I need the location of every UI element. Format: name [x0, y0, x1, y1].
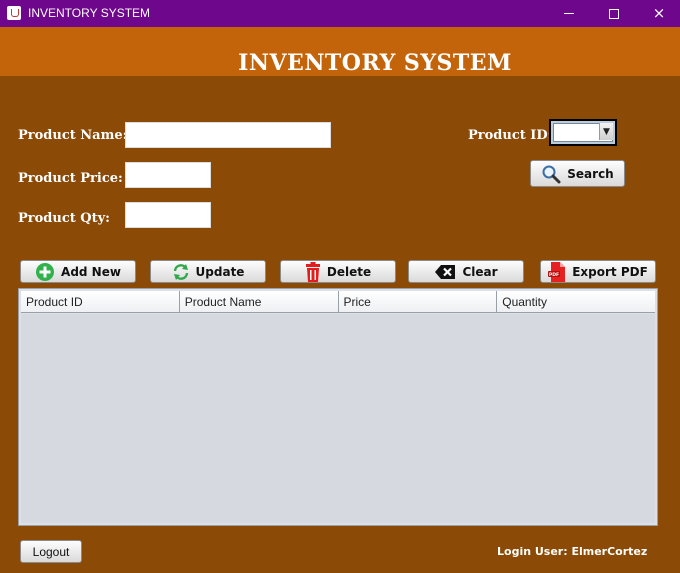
update-button-label: Update [195, 264, 245, 279]
product-id-combobox[interactable]: ▼ [549, 119, 617, 146]
export-pdf-button[interactable]: PDF Export PDF [540, 260, 656, 283]
maximize-button[interactable] [591, 0, 637, 27]
maximize-icon [609, 8, 619, 19]
update-button[interactable]: Update [150, 260, 266, 283]
close-icon: × [652, 4, 666, 22]
delete-button-label: Delete [326, 264, 372, 279]
column-header-price[interactable]: Price [339, 291, 498, 312]
window-titlebar[interactable]: INVENTORY SYSTEM × [0, 0, 680, 27]
refresh-icon [172, 263, 190, 281]
search-button[interactable]: Search [530, 160, 625, 187]
trash-icon [305, 261, 321, 282]
column-header-quantity[interactable]: Quantity [497, 291, 655, 312]
close-button[interactable]: × [636, 0, 680, 27]
header-banner: INVENTORY SYSTEM [0, 27, 680, 76]
clear-button-label: Clear [462, 264, 498, 279]
product-name-input[interactable] [125, 122, 331, 148]
window-title: INVENTORY SYSTEM [28, 6, 151, 20]
column-header-product-id[interactable]: Product ID [21, 291, 180, 312]
pdf-file-icon: PDF [548, 261, 566, 283]
java-cup-icon [7, 6, 21, 20]
svg-text:PDF: PDF [549, 271, 559, 277]
table-header: Product ID Product Name Price Quantity [21, 291, 655, 313]
export-pdf-button-label: Export PDF [572, 264, 648, 279]
chevron-down-icon[interactable]: ▼ [599, 123, 613, 140]
logout-button[interactable]: Logout [20, 540, 82, 563]
product-id-label: Product ID: [468, 128, 553, 143]
delete-button[interactable]: Delete [280, 260, 396, 283]
products-table[interactable]: Product ID Product Name Price Quantity [18, 288, 658, 526]
page-title: INVENTORY SYSTEM [238, 50, 512, 76]
product-name-label: Product Name: [18, 128, 128, 143]
login-user-label: Login User: ElmerCortez [497, 545, 648, 558]
search-button-label: Search [567, 166, 614, 181]
product-price-input[interactable] [125, 162, 211, 188]
clear-button[interactable]: Clear [408, 260, 524, 283]
minimize-icon [564, 13, 574, 14]
product-qty-label: Product Qty: [18, 211, 110, 226]
add-new-button[interactable]: Add New [20, 260, 136, 283]
backspace-icon [434, 264, 456, 280]
table-body[interactable] [21, 314, 655, 523]
product-qty-input[interactable] [125, 202, 211, 228]
product-price-label: Product Price: [18, 171, 123, 186]
magnifier-icon [541, 164, 561, 184]
add-new-button-label: Add New [61, 264, 121, 279]
column-header-product-name[interactable]: Product Name [180, 291, 339, 312]
minimize-button[interactable] [546, 0, 592, 27]
plus-circle-icon [35, 262, 55, 282]
